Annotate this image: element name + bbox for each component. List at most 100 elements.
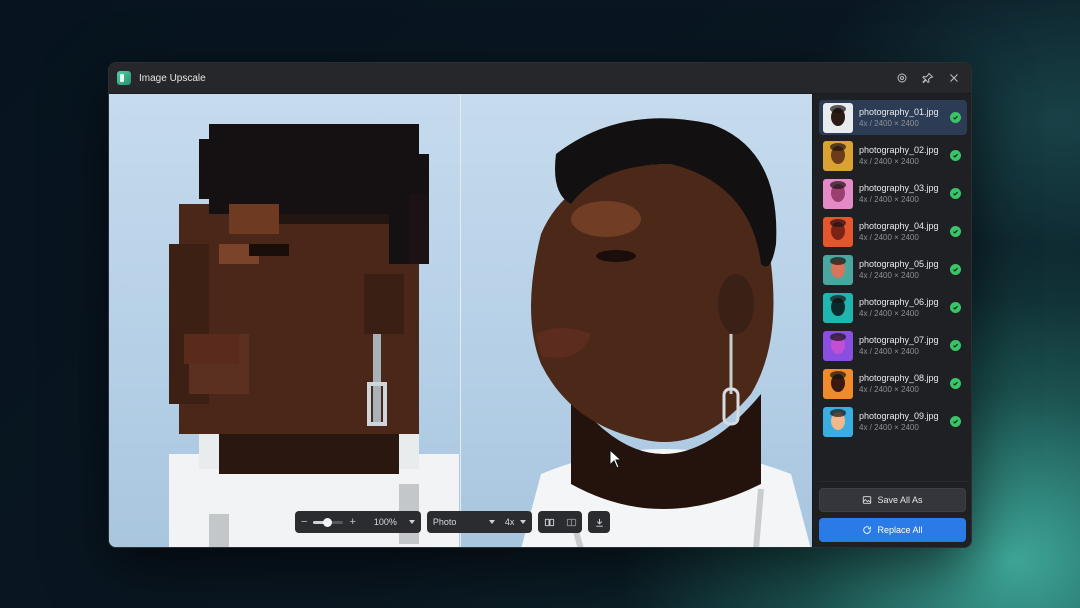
model-value: Photo: [432, 517, 457, 527]
zoom-control: − + 100%: [295, 511, 421, 533]
file-meta: photography_09.jpg 4x / 2400 × 2400: [859, 411, 939, 433]
chevron-down-icon: [408, 520, 415, 524]
file-list-item[interactable]: photography_05.jpg 4x / 2400 × 2400: [819, 252, 967, 287]
file-info: 4x / 2400 × 2400: [859, 347, 919, 357]
thumbnail-image: [823, 216, 853, 247]
thumbnail-image: [823, 140, 853, 171]
save-all-label: Save All As: [877, 495, 923, 505]
file-name: photography_05.jpg: [859, 258, 939, 269]
check-icon: [950, 150, 961, 161]
chevron-down-icon: [520, 520, 527, 524]
file-thumbnail: [823, 406, 853, 437]
settings-icon: [897, 73, 907, 83]
file-meta: photography_08.jpg 4x / 2400 × 2400: [859, 373, 939, 395]
window-actions: [891, 67, 965, 89]
thumbnail-image: [823, 406, 853, 437]
upscaled-image-pane: [461, 94, 812, 547]
file-meta: photography_01.jpg 4x / 2400 × 2400: [859, 107, 939, 129]
file-list-item[interactable]: photography_06.jpg 4x / 2400 × 2400: [819, 290, 967, 325]
file-thumbnail: [823, 254, 853, 285]
upscale-options: Photo 4x: [426, 511, 533, 533]
zoom-out-button[interactable]: −: [301, 516, 307, 528]
file-name: photography_01.jpg: [859, 106, 939, 117]
original-portrait-image: [169, 124, 459, 547]
thumbnail-image: [823, 368, 853, 399]
image-icon: [863, 496, 872, 504]
file-info: 4x / 2400 × 2400: [859, 157, 919, 167]
sidebar-divider: [819, 481, 967, 482]
check-icon: [950, 302, 961, 313]
file-info: 4x / 2400 × 2400: [859, 233, 919, 243]
file-meta: photography_06.jpg 4x / 2400 × 2400: [859, 297, 939, 319]
pin-button[interactable]: [917, 67, 939, 89]
file-name: photography_07.jpg: [859, 334, 939, 345]
upscaled-portrait-image: [521, 118, 811, 547]
file-name: photography_08.jpg: [859, 372, 939, 383]
zoom-slider-knob[interactable]: [322, 517, 332, 527]
check-icon: [950, 188, 961, 199]
file-meta: photography_05.jpg 4x / 2400 × 2400: [859, 259, 939, 281]
file-list-item[interactable]: photography_07.jpg 4x / 2400 × 2400: [819, 328, 967, 363]
split-view-button[interactable]: [560, 511, 582, 533]
zoom-in-button[interactable]: +: [349, 516, 355, 528]
file-sidebar: photography_01.jpg 4x / 2400 × 2400 photog…: [812, 94, 971, 547]
app-window: Image Upscale − + 100% Photo 4x photogra…: [108, 62, 972, 548]
thumbnail-image: [823, 292, 853, 323]
file-name: photography_06.jpg: [859, 296, 939, 307]
file-thumbnail: [823, 102, 853, 133]
file-meta: photography_03.jpg 4x / 2400 × 2400: [859, 183, 939, 205]
file-list-item[interactable]: photography_09.jpg 4x / 2400 × 2400: [819, 404, 967, 439]
pin-icon: [922, 72, 934, 84]
download-group: [588, 511, 611, 533]
file-list-item[interactable]: photography_02.jpg 4x / 2400 × 2400: [819, 138, 967, 173]
side-by-side-view-button[interactable]: [538, 511, 560, 533]
file-list-item[interactable]: photography_04.jpg 4x / 2400 × 2400: [819, 214, 967, 249]
model-select[interactable]: Photo: [433, 517, 495, 527]
file-name: photography_09.jpg: [859, 410, 939, 421]
refresh-icon: [863, 526, 872, 534]
mouse-cursor-icon: [609, 449, 623, 469]
viewer-toolbar: − + 100% Photo 4x: [295, 511, 611, 533]
original-image-pane: [109, 94, 460, 547]
scale-select[interactable]: 4x: [505, 517, 527, 527]
zoom-level-select[interactable]: 100%: [374, 517, 415, 527]
check-icon: [950, 226, 961, 237]
close-icon: [950, 74, 958, 82]
download-icon: [596, 518, 603, 527]
side-by-side-view-icon: [544, 518, 555, 526]
zoom-slider[interactable]: [313, 517, 344, 527]
file-thumbnail: [823, 292, 853, 323]
download-button[interactable]: [588, 511, 610, 533]
file-name: photography_04.jpg: [859, 220, 939, 231]
file-meta: photography_02.jpg 4x / 2400 × 2400: [859, 145, 939, 167]
thumbnail-image: [823, 254, 853, 285]
split-view-icon: [566, 518, 577, 526]
file-name: photography_02.jpg: [859, 144, 939, 155]
comparison-viewer[interactable]: − + 100% Photo 4x: [109, 94, 812, 547]
file-thumbnail: [823, 368, 853, 399]
file-info: 4x / 2400 × 2400: [859, 271, 919, 281]
zoom-level-value: 100%: [373, 517, 397, 527]
check-icon: [950, 416, 961, 427]
file-meta: photography_04.jpg 4x / 2400 × 2400: [859, 221, 939, 243]
replace-all-button[interactable]: Replace All: [819, 518, 966, 542]
file-thumbnail: [823, 140, 853, 171]
view-mode-group: [538, 511, 583, 533]
check-icon: [950, 264, 961, 275]
close-button[interactable]: [943, 67, 965, 89]
file-info: 4x / 2400 × 2400: [859, 119, 919, 129]
save-all-button[interactable]: Save All As: [819, 488, 966, 512]
thumbnail-image: [823, 330, 853, 361]
file-thumbnail: [823, 330, 853, 361]
replace-all-label: Replace All: [877, 525, 923, 535]
file-list-item[interactable]: photography_03.jpg 4x / 2400 × 2400: [819, 176, 967, 211]
thumbnail-image: [823, 178, 853, 209]
file-name: photography_03.jpg: [859, 182, 939, 193]
file-thumbnail: [823, 178, 853, 209]
file-list-item[interactable]: photography_01.jpg 4x / 2400 × 2400: [819, 100, 967, 135]
title-bar: Image Upscale: [109, 63, 971, 94]
scale-value: 4x: [504, 517, 515, 527]
app-title: Image Upscale: [139, 72, 206, 84]
file-list-item[interactable]: photography_08.jpg 4x / 2400 × 2400: [819, 366, 967, 401]
settings-button[interactable]: [891, 67, 913, 89]
